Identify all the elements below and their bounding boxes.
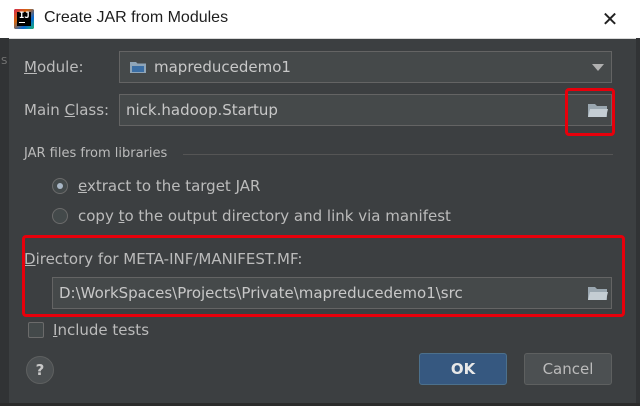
folder-module-icon: [130, 62, 146, 73]
ok-button[interactable]: OK: [419, 353, 507, 385]
manifest-directory-label: Directory for META-INF/MANIFEST.MF:: [24, 250, 303, 268]
cancel-button[interactable]: Cancel: [524, 353, 612, 385]
module-select[interactable]: mapreducedemo1: [119, 51, 612, 83]
title-bar: IJ Create JAR from Modules ✕: [0, 0, 640, 39]
window-title: Create JAR from Modules: [44, 9, 229, 26]
window-left-edge: [0, 38, 9, 406]
extract-option-label[interactable]: extract to the target JAR: [78, 177, 260, 195]
main-class-label: Main Class:: [24, 101, 110, 119]
module-value: mapreducedemo1: [154, 58, 291, 76]
section-divider: [183, 154, 613, 155]
manifest-directory-field[interactable]: D:\WorkSpaces\Projects\Private\mapreduce…: [52, 277, 612, 309]
copy-option-label[interactable]: copy to the output directory and link vi…: [78, 207, 451, 225]
main-class-value: nick.hadoop.Startup: [126, 101, 278, 119]
module-label: Module:: [24, 58, 84, 76]
include-tests-label[interactable]: Include tests: [53, 321, 149, 339]
close-button[interactable]: ✕: [598, 7, 622, 31]
help-button[interactable]: ?: [26, 356, 54, 384]
jar-files-section-title: JAR files from libraries: [24, 146, 168, 161]
chevron-down-icon[interactable]: [592, 64, 604, 71]
background-window-fragment: S: [1, 56, 8, 67]
folder-browse-icon[interactable]: [587, 284, 609, 302]
include-tests-checkbox[interactable]: [28, 322, 44, 338]
window-right-edge: [636, 38, 640, 406]
manifest-directory-value: D:\WorkSpaces\Projects\Private\mapreduce…: [59, 284, 463, 302]
copy-radio[interactable]: [52, 208, 68, 224]
radio-selected-dot: [57, 183, 63, 189]
main-class-field[interactable]: nick.hadoop.Startup: [119, 94, 612, 126]
folder-browse-icon[interactable]: [587, 101, 609, 119]
extract-radio[interactable]: [52, 178, 68, 194]
intellij-idea-icon: IJ: [14, 9, 34, 29]
